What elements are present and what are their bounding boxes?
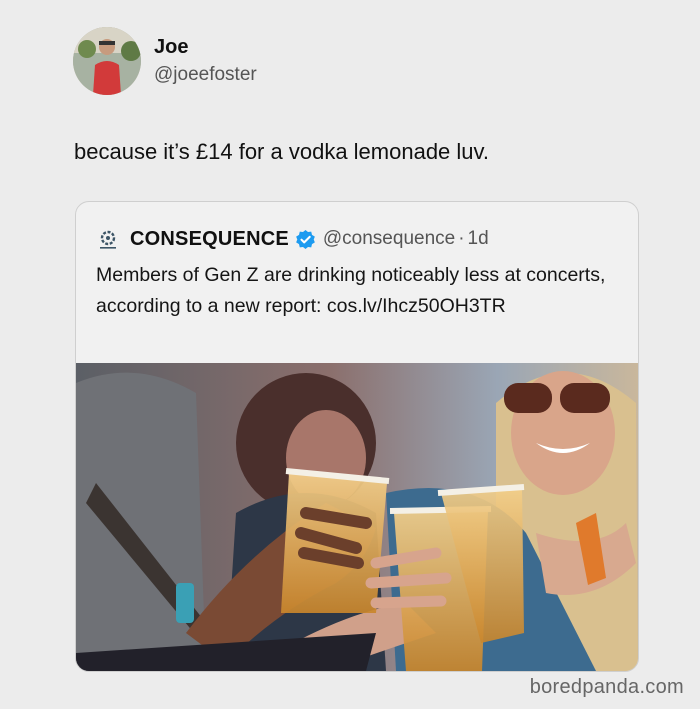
- verified-badge-icon: [295, 229, 316, 250]
- quoted-tweet-photo[interactable]: [76, 363, 638, 671]
- quoted-tweet-header: CONSEQUENCE @consequence · 1d: [96, 226, 489, 252]
- boredpanda-watermark: boredpanda.com: [529, 676, 684, 698]
- consequence-logo-icon: [96, 227, 120, 251]
- quoted-timestamp[interactable]: 1d: [468, 228, 489, 250]
- quoted-account-name[interactable]: CONSEQUENCE: [130, 228, 289, 251]
- quoted-account-handle[interactable]: @consequence: [323, 228, 455, 250]
- quoted-tweet-card[interactable]: CONSEQUENCE @consequence · 1d Members of…: [75, 201, 639, 672]
- dot-separator: ·: [458, 228, 465, 249]
- author-handle[interactable]: @joeefoster: [154, 64, 257, 86]
- quoted-tweet-text: Members of Gen Z are drinking noticeably…: [96, 264, 606, 317]
- avatar[interactable]: [73, 27, 141, 95]
- tweet-text: because it’s £14 for a vodka lemonade lu…: [74, 139, 490, 164]
- author-name[interactable]: Joe: [154, 36, 188, 59]
